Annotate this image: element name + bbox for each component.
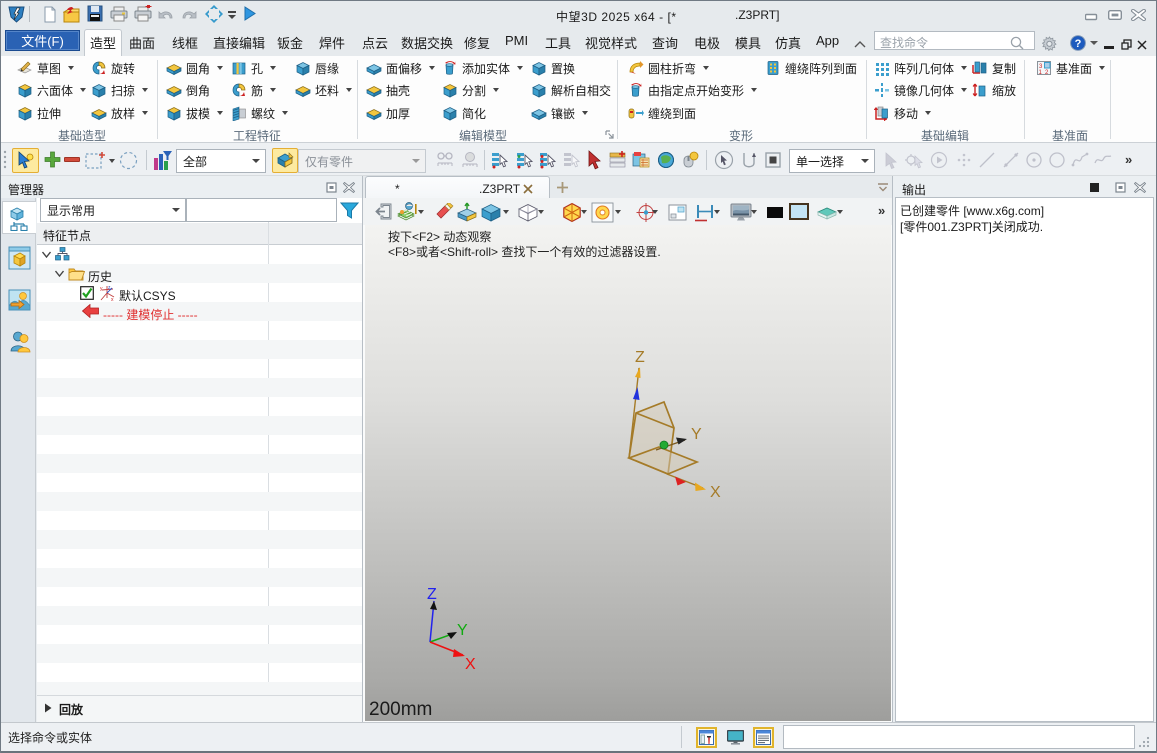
svg-text:Y: Y [457,622,468,639]
svg-text:Z: Z [427,586,437,603]
svg-text:x: x [111,297,114,301]
svg-text:X: X [710,484,721,501]
svg-text:?: ? [1075,38,1082,50]
svg-text:z: z [108,285,111,291]
svg-text:y: y [100,286,103,292]
svg-text:Z: Z [635,349,645,366]
svg-text:Y: Y [691,426,702,443]
svg-text:X: X [465,656,476,670]
